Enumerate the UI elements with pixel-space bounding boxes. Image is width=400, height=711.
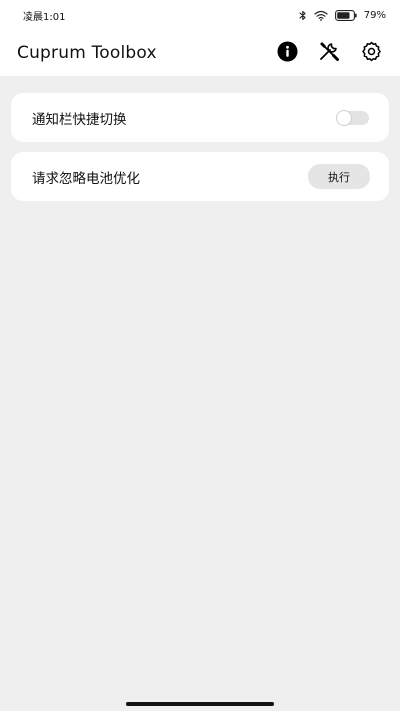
- info-icon: [277, 41, 298, 66]
- battery-icon: [334, 9, 357, 21]
- settings-button[interactable]: [360, 41, 382, 66]
- toggle-knob: [337, 110, 351, 125]
- battery-optimization-card: 请求忽略电池优化 执行: [11, 152, 389, 201]
- tools-button[interactable]: [318, 42, 340, 64]
- home-indicator[interactable]: [126, 702, 274, 706]
- info-button[interactable]: [276, 41, 298, 66]
- status-bar: 凌晨1:01 79%: [0, 0, 400, 30]
- battery-percent: 79%: [363, 9, 386, 21]
- tools-icon: [318, 40, 340, 66]
- app-title: Cuprum Toolbox: [17, 43, 157, 63]
- app-bar-actions: [276, 41, 382, 66]
- status-icons: 79%: [299, 10, 386, 21]
- notification-toggle-card: 通知栏快捷切换: [11, 93, 389, 142]
- notification-toggle-switch[interactable]: [337, 110, 369, 125]
- app-bar: Cuprum Toolbox: [0, 30, 400, 76]
- status-time: 凌晨1:01: [23, 11, 66, 23]
- notification-toggle-label: 通知栏快捷切换: [32, 111, 127, 128]
- wifi-icon: [314, 10, 328, 21]
- battery-optimization-label: 请求忽略电池优化: [32, 170, 140, 187]
- bluetooth-icon: [299, 10, 307, 21]
- execute-button[interactable]: 执行: [308, 164, 370, 189]
- settings-gear-icon: [361, 41, 382, 66]
